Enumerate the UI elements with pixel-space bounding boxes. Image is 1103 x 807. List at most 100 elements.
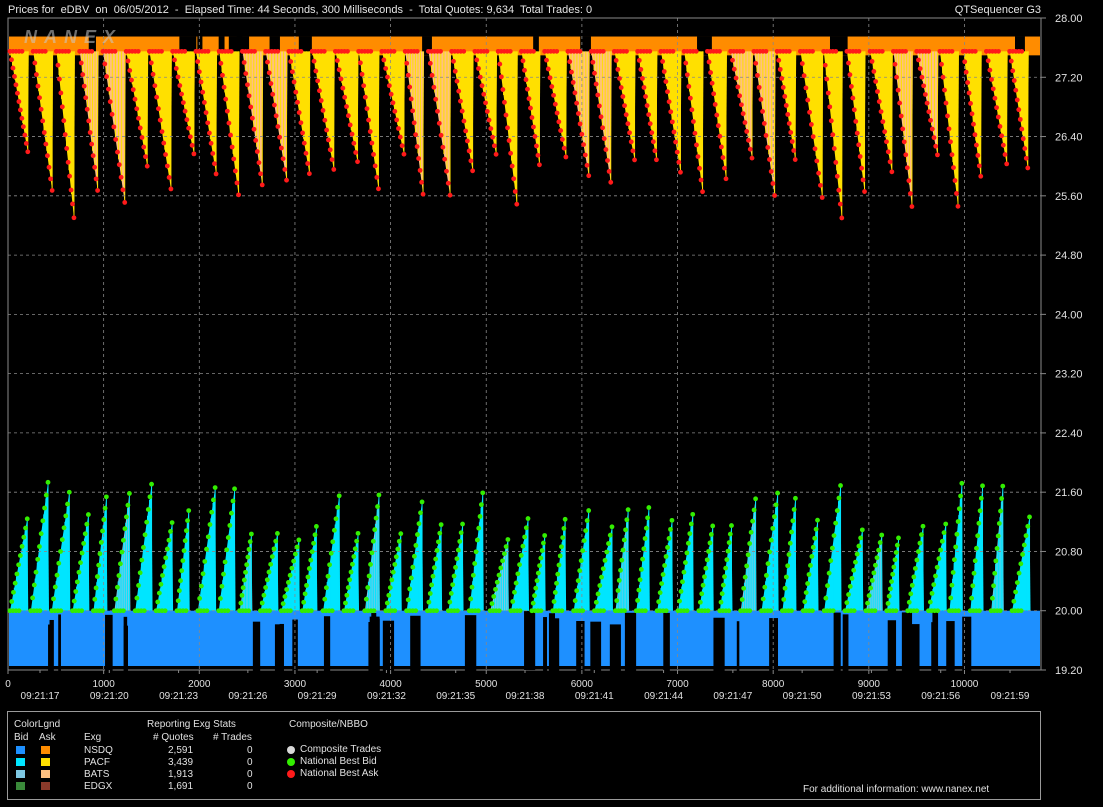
best-ask-point (715, 123, 721, 129)
best-ask-point (461, 118, 467, 124)
best-ask-point (93, 176, 99, 182)
best-bid-point (773, 502, 779, 508)
best-bid-point (181, 548, 187, 554)
best-ask-point (461, 48, 467, 54)
best-ask-point (9, 57, 14, 63)
best-ask-point (362, 94, 368, 100)
best-bid-point (577, 568, 583, 574)
bid-gap (382, 620, 395, 680)
best-ask-point (315, 78, 321, 84)
best-ask-point (493, 151, 499, 157)
best-bid-point (866, 593, 872, 598)
best-bid-point (413, 543, 419, 548)
best-ask-point (735, 84, 741, 90)
best-bid-point (517, 608, 523, 614)
best-ask-point (765, 145, 771, 150)
best-ask-point (669, 119, 675, 125)
best-bid-point (182, 538, 188, 544)
best-bid-point (468, 596, 474, 602)
best-bid-point (343, 600, 348, 606)
best-bid-point (354, 538, 360, 544)
best-ask-point (862, 189, 867, 194)
best-bid-point (238, 600, 244, 606)
best-ask-point (777, 66, 783, 72)
best-ask-point (935, 152, 940, 158)
best-bid-point (491, 594, 497, 599)
best-ask-point (43, 141, 49, 147)
best-ask-point (383, 66, 389, 71)
best-bid-point (458, 530, 464, 536)
best-bid-point (94, 574, 100, 579)
best-bid-point (475, 608, 481, 614)
best-bid-point (43, 492, 49, 498)
best-bid-point (853, 559, 858, 565)
best-bid-point (145, 507, 151, 512)
best-bid-point (304, 583, 309, 588)
x-tick-label: 6000 (571, 679, 594, 690)
x-tick-label: 9000 (858, 679, 881, 690)
quotes-nsdq: 2,591 (168, 745, 194, 756)
best-ask-point (19, 115, 25, 121)
best-bid-point (575, 578, 581, 584)
best-ask-point (683, 60, 689, 66)
best-ask-point (545, 66, 551, 72)
best-bid-point (212, 485, 218, 491)
best-ask-point (785, 112, 791, 117)
best-bid-point (998, 508, 1003, 514)
y-tick-label: 28.00 (1055, 13, 1083, 25)
best-bid-point (451, 573, 457, 579)
best-bid-point (230, 498, 236, 504)
best-bid-point (413, 608, 419, 614)
x-tick-label: 2000 (188, 679, 211, 690)
best-bid-point (753, 496, 758, 502)
best-bid-point (496, 608, 502, 614)
best-ask-point (61, 118, 67, 124)
best-ask-point (924, 100, 930, 106)
best-ask-point (488, 126, 494, 131)
best-bid-point (727, 531, 733, 537)
best-bid-point (225, 608, 231, 614)
best-bid-point (306, 566, 312, 571)
best-ask-point (851, 107, 857, 113)
best-ask-point (1008, 58, 1014, 64)
best-ask-point (498, 74, 504, 80)
best-ask-point (502, 99, 507, 105)
best-bid-point (433, 556, 439, 562)
best-ask-point (303, 150, 309, 156)
best-ask-point (336, 67, 342, 73)
best-ask-point (592, 70, 597, 76)
best-ask-point (109, 111, 115, 117)
best-bid-point (1025, 523, 1031, 529)
best-bid-point (14, 571, 20, 577)
best-ask-point (720, 155, 726, 160)
best-ask-point (850, 95, 856, 101)
best-bid-point (149, 481, 154, 487)
best-bid-point (30, 595, 35, 601)
best-ask-point (159, 48, 164, 54)
best-bid-point (1021, 542, 1027, 548)
best-ask-point (718, 144, 724, 150)
best-bid-point (830, 608, 836, 614)
bid-gap (58, 614, 61, 674)
best-ask-point (470, 168, 476, 174)
best-bid-point (232, 486, 237, 492)
best-ask-point (758, 96, 764, 102)
best-bid-point (263, 585, 268, 590)
best-bid-point (700, 582, 706, 588)
time-tick-label: 09:21:59 (991, 691, 1030, 702)
best-bid-point (874, 555, 880, 561)
best-bid-point (893, 608, 899, 614)
best-bid-point (97, 551, 103, 557)
bid-gap (931, 622, 937, 682)
best-bid-point (708, 532, 714, 537)
best-bid-point (710, 523, 716, 529)
best-bid-point (447, 599, 453, 605)
best-ask-point (438, 132, 444, 138)
best-bid-point (781, 597, 787, 602)
best-ask-point (503, 112, 509, 118)
best-ask-point (340, 85, 346, 91)
best-bid-point (323, 585, 329, 591)
best-bid-point (477, 514, 483, 519)
best-ask-point (241, 60, 247, 65)
best-bid-point (292, 551, 298, 557)
